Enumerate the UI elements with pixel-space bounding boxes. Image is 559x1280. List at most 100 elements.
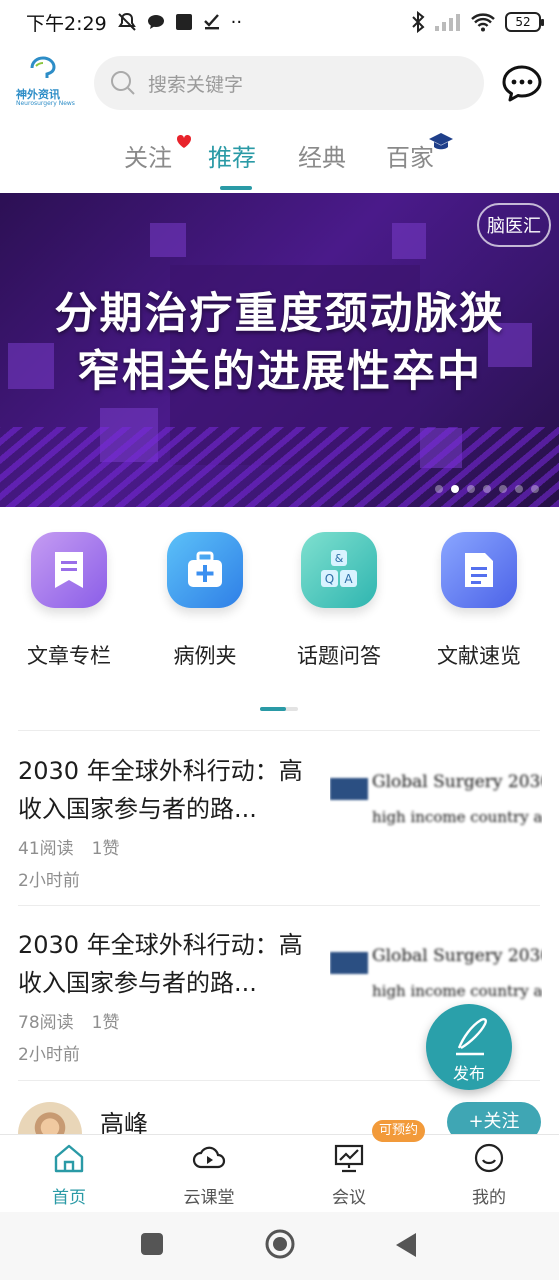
system-nav-bar xyxy=(0,1212,559,1280)
graduation-cap-icon xyxy=(429,133,453,150)
app-logo[interactable]: 神外资讯 Neurosurgery News xyxy=(16,56,78,108)
article-reads: 78阅读 xyxy=(18,1013,74,1033)
article-stats: 41阅读 1赞 xyxy=(18,834,119,859)
carousel-dot[interactable] xyxy=(531,485,539,493)
bottom-nav: 首页 云课堂 会议 我的 xyxy=(0,1134,559,1212)
quick-entry-article-column[interactable]: 文章专栏 xyxy=(14,532,124,670)
chart-board-icon xyxy=(334,1144,364,1173)
nav-label: 云课堂 xyxy=(183,1188,235,1208)
bookable-badge: 可预约 xyxy=(372,1120,426,1142)
quick-entries-page-indicator xyxy=(260,707,298,711)
quick-entry-case-folder[interactable]: 病例夹 xyxy=(150,532,260,670)
cloud-play-icon xyxy=(192,1146,226,1169)
nav-meeting[interactable]: 会议 xyxy=(304,1143,394,1208)
smiley-icon xyxy=(474,1143,504,1173)
article-time: 2小时前 xyxy=(18,1045,80,1065)
article-card[interactable]: 2030 年全球外科行动：高收入国家参与者的路... 41阅读 1赞 2小时前 G… xyxy=(0,738,559,908)
tab-baijia[interactable]: 百家 xyxy=(386,138,434,173)
status-bar: 下午2:29 ·· 52 xyxy=(0,0,559,44)
divider xyxy=(18,905,540,906)
square-app-icon xyxy=(175,14,192,30)
nav-label: 我的 xyxy=(472,1188,506,1208)
banner-decor xyxy=(392,223,426,259)
medical-kit-icon xyxy=(167,532,243,608)
qa-blocks-icon: & Q A xyxy=(301,532,377,608)
search-placeholder: 搜索关键字 xyxy=(148,73,244,96)
article-title: 2030 年全球外科行动：高收入国家参与者的路... xyxy=(18,931,303,997)
banner-carousel[interactable]: 脑医汇 分期治疗重度颈动脉狭 窄相关的进展性卒中 xyxy=(0,193,559,507)
follow-button[interactable]: +关注 xyxy=(447,1102,541,1136)
back-button[interactable] xyxy=(394,1232,418,1258)
banner-title-line2: 窄相关的进展性卒中 xyxy=(77,347,482,397)
chat-bubble-icon xyxy=(502,65,542,102)
carousel-dot[interactable] xyxy=(467,485,475,493)
bookmark-icon xyxy=(31,532,107,608)
heart-icon xyxy=(176,134,192,148)
battery-indicator: 52 xyxy=(505,12,544,32)
tab-classic[interactable]: 经典 xyxy=(298,138,346,173)
publish-button[interactable]: 发布 xyxy=(426,1004,512,1090)
banner-brand-badge: 脑医汇 xyxy=(477,203,551,247)
avatar[interactable] xyxy=(18,1102,82,1136)
svg-text:Q: Q xyxy=(325,572,334,586)
nav-cloud-class[interactable]: 云课堂 xyxy=(164,1143,254,1208)
task-check-icon xyxy=(203,14,219,30)
carousel-dot[interactable] xyxy=(499,485,507,493)
quick-entry-label: 文献速览 xyxy=(437,644,521,668)
recent-apps-button[interactable] xyxy=(140,1232,164,1256)
svg-text:A: A xyxy=(344,572,353,586)
publish-label: 发布 xyxy=(452,1064,485,1083)
carousel-dots xyxy=(435,485,539,493)
status-time: 下午2:29 xyxy=(26,12,107,35)
signal-icon xyxy=(435,14,460,31)
carousel-dot[interactable] xyxy=(451,485,459,493)
more-notifications-icon: ·· xyxy=(230,11,243,33)
article-likes: 1赞 xyxy=(91,839,120,859)
banner-decor xyxy=(150,223,186,257)
banner-title-line1: 分期治疗重度颈动脉狭 xyxy=(54,289,505,339)
logo-subtitle: Neurosurgery News xyxy=(16,100,75,107)
thumbnail-text: Global Surgery 2030: a roadmap for xyxy=(372,772,542,792)
thumbnail-text: Global Surgery 2030: a roadmap for xyxy=(372,946,542,966)
search-input[interactable]: 搜索关键字 xyxy=(94,56,484,110)
user-recommend-row[interactable]: 高峰 +关注 xyxy=(0,1094,559,1136)
brain-question-icon xyxy=(30,56,56,78)
quick-entry-topic-qa[interactable]: & Q A 话题问答 xyxy=(284,532,394,670)
bluetooth-icon xyxy=(412,11,425,33)
quick-entry-label: 文章专栏 xyxy=(27,644,111,668)
quick-entry-literature[interactable]: 文献速览 xyxy=(424,532,534,670)
mute-bell-icon xyxy=(117,12,136,31)
nav-label: 首页 xyxy=(52,1188,86,1208)
app-header: 神外资讯 Neurosurgery News 搜索关键字 xyxy=(0,52,559,114)
message-button[interactable] xyxy=(500,62,544,106)
document-icon xyxy=(441,532,517,608)
divider xyxy=(18,730,540,731)
carousel-dot[interactable] xyxy=(483,485,491,493)
wifi-icon xyxy=(471,13,495,32)
category-tabs: 关注 推荐 经典 百家 xyxy=(0,130,559,190)
tab-recommend[interactable]: 推荐 xyxy=(208,138,256,173)
nav-mine[interactable]: 我的 xyxy=(444,1143,534,1208)
article-thumbnail: Global Surgery 2030: a roadmap for high … xyxy=(330,768,542,868)
carousel-dot[interactable] xyxy=(435,485,443,493)
user-name: 高峰 xyxy=(100,1110,148,1136)
thumbnail-text: high income country actors xyxy=(372,982,542,1000)
banner-title: 分期治疗重度颈动脉狭 窄相关的进展性卒中 xyxy=(0,285,559,401)
thumbnail-text: high income country actors xyxy=(372,808,542,826)
search-icon xyxy=(111,71,135,95)
nav-home[interactable]: 首页 xyxy=(24,1143,114,1208)
article-stats: 78阅读 1赞 xyxy=(18,1008,119,1033)
tab-follow[interactable]: 关注 xyxy=(124,138,172,173)
article-title: 2030 年全球外科行动：高收入国家参与者的路... xyxy=(18,757,303,823)
svg-text:&: & xyxy=(335,552,344,565)
carousel-dot[interactable] xyxy=(515,485,523,493)
feather-pen-icon xyxy=(456,1018,487,1056)
active-tab-indicator xyxy=(220,186,252,190)
quick-entry-label: 病例夹 xyxy=(173,644,237,668)
home-icon xyxy=(54,1144,84,1173)
quick-entries: 文章专栏 病例夹 & Q A 话题问答 文献速览 xyxy=(0,532,559,672)
article-time: 2小时前 xyxy=(18,871,80,891)
home-button[interactable] xyxy=(264,1228,296,1260)
quick-entry-label: 话题问答 xyxy=(297,644,381,668)
article-likes: 1赞 xyxy=(91,1013,120,1033)
